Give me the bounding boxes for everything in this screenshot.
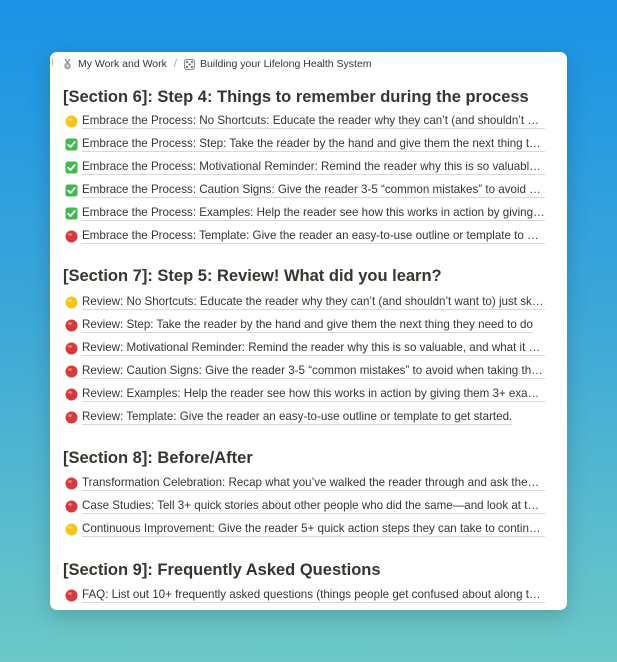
breadcrumb-item-workspace[interactable]: My Work and Work	[62, 58, 167, 70]
medal-icon	[62, 58, 73, 70]
page-link-label[interactable]: Review: Caution Signs: Give the reader 3…	[82, 364, 545, 379]
red-circle-icon	[65, 230, 78, 243]
breadcrumb: My Work and Work / Building your Lifelon…	[53, 56, 372, 72]
page-link-item[interactable]: Embrace the Process: No Shortcuts: Educa…	[65, 111, 545, 132]
dice-icon	[183, 58, 195, 70]
notion-page-window: My Work and Work / Building your Lifelon…	[50, 52, 567, 610]
page-link-item[interactable]: Review: Step: Take the reader by the han…	[65, 315, 545, 336]
yellow-circle-icon	[65, 115, 78, 128]
page-link-item[interactable]: Continuous Improvement: Give the reader …	[65, 519, 545, 540]
red-circle-icon	[65, 342, 78, 355]
red-circle-icon	[65, 365, 78, 378]
page-link-item[interactable]: Embrace the Process: Step: Take the read…	[65, 134, 545, 155]
page-link-label[interactable]: Continuous Improvement: Give the reader …	[82, 522, 545, 537]
page-link-label[interactable]: Embrace the Process: Step: Take the read…	[82, 137, 545, 152]
page-link-item[interactable]: Embrace the Process: Examples: Help the …	[65, 203, 545, 224]
page-link-item[interactable]: Review: Examples: Help the reader see ho…	[65, 384, 545, 405]
page-link-label[interactable]: Review: Motivational Reminder: Remind th…	[82, 341, 545, 356]
page-link-label[interactable]: Embrace the Process: No Shortcuts: Educa…	[82, 114, 545, 129]
page-link-label[interactable]: Embrace the Process: Examples: Help the …	[82, 206, 545, 221]
page-link-item[interactable]: Embrace the Process: Motivational Remind…	[65, 157, 545, 178]
breadcrumb-label: My Work and Work	[78, 58, 167, 70]
green-check-icon	[65, 184, 78, 197]
page-link-item[interactable]: Review: Template: Give the reader an eas…	[65, 407, 545, 428]
green-check-icon	[65, 207, 78, 220]
page-link-label[interactable]: Case Studies: Tell 3+ quick stories abou…	[82, 499, 545, 514]
yellow-circle-icon	[65, 296, 78, 309]
page-link-label[interactable]: Review: Examples: Help the reader see ho…	[82, 387, 545, 402]
page-link-item[interactable]: Review: Caution Signs: Give the reader 3…	[65, 361, 545, 382]
red-circle-icon	[65, 411, 78, 424]
breadcrumb-separator: /	[173, 58, 177, 70]
page-link-label[interactable]: Embrace the Process: Motivational Remind…	[82, 160, 545, 175]
drag-handle-icon[interactable]: ⋮	[53, 564, 62, 574]
red-circle-icon	[65, 388, 78, 401]
section-heading: [Section 8]: Before/After	[63, 449, 253, 467]
page-link-item[interactable]: Embrace the Process: Caution Signs: Give…	[65, 180, 545, 201]
red-circle-icon	[65, 500, 78, 513]
page-link-label[interactable]: Review: Template: Give the reader an eas…	[82, 410, 513, 425]
section-heading: [Section 7]: Step 5: Review! What did yo…	[63, 267, 442, 285]
page-link-item[interactable]: Transformation Celebration: Recap what y…	[65, 473, 545, 494]
section-heading: [Section 6]: Step 4: Things to remember …	[63, 88, 529, 106]
red-circle-icon	[65, 589, 78, 602]
page-link-label[interactable]: Embrace the Process: Caution Signs: Give…	[82, 183, 545, 198]
page-link-label[interactable]: Review: No Shortcuts: Educate the reader…	[82, 295, 545, 310]
page-link-item[interactable]: Review: No Shortcuts: Educate the reader…	[65, 292, 545, 313]
page-link-item[interactable]: Embrace the Process: Template: Give the …	[65, 226, 545, 247]
breadcrumb-item-page[interactable]: Building your Lifelong Health System	[183, 58, 372, 70]
page-link-label[interactable]: Embrace the Process: Template: Give the …	[82, 229, 545, 244]
page-link-item[interactable]: Review: Motivational Reminder: Remind th…	[65, 338, 545, 359]
green-check-icon	[65, 161, 78, 174]
page-link-label[interactable]: Transformation Celebration: Recap what y…	[82, 476, 545, 491]
yellow-circle-icon	[65, 523, 78, 536]
page-link-item[interactable]: FAQ: List out 10+ frequently asked quest…	[65, 585, 545, 606]
section-heading: [Section 9]: Frequently Asked Questions	[63, 561, 381, 579]
breadcrumb-label: Building your Lifelong Health System	[199, 58, 372, 70]
red-circle-icon	[65, 319, 78, 332]
page-link-label[interactable]: FAQ: List out 10+ frequently asked quest…	[82, 588, 545, 603]
page-link-item[interactable]: Case Studies: Tell 3+ quick stories abou…	[65, 496, 545, 517]
red-circle-icon	[65, 477, 78, 490]
page-link-label[interactable]: Review: Step: Take the reader by the han…	[82, 318, 533, 333]
green-check-icon	[65, 138, 78, 151]
